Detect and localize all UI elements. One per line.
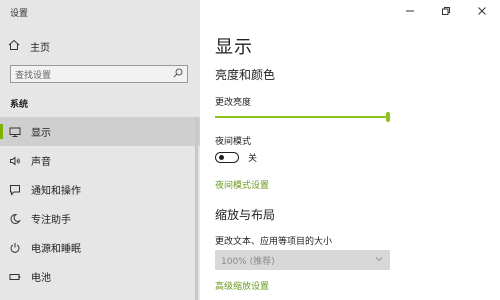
sidebar-item-label: 电源和睡眠 bbox=[31, 244, 81, 255]
search-placeholder: 查找设置 bbox=[15, 70, 52, 81]
search-input[interactable]: 查找设置 bbox=[10, 65, 188, 83]
power-icon bbox=[8, 241, 22, 255]
sidebar-scrollbar[interactable] bbox=[195, 118, 198, 300]
sidebar-item-display[interactable]: 显示 bbox=[0, 117, 200, 146]
toggle-knob bbox=[219, 155, 224, 160]
speaker-icon bbox=[8, 154, 22, 168]
sidebar-item-label: 专注助手 bbox=[31, 215, 71, 226]
notification-icon bbox=[8, 183, 22, 197]
sidebar-item-battery[interactable]: 电池 bbox=[0, 262, 200, 291]
sidebar-item-notifications[interactable]: 通知和操作 bbox=[0, 175, 200, 204]
brightness-slider[interactable] bbox=[215, 112, 390, 122]
app-title: 设置 bbox=[10, 9, 29, 19]
advanced-scaling-link[interactable]: 高级缩放设置 bbox=[215, 279, 269, 292]
sidebar-item-label: 声音 bbox=[31, 157, 51, 168]
home-nav-item[interactable]: 主页 bbox=[8, 37, 50, 55]
brightness-label: 更改亮度 bbox=[215, 98, 252, 108]
search-icon bbox=[173, 68, 183, 81]
scale-dropdown[interactable]: 100% (推荐) bbox=[215, 250, 390, 270]
night-light-state: 关 bbox=[248, 154, 258, 164]
sidebar-item-label: 显示 bbox=[31, 128, 51, 139]
settings-window: 设置 主页 查找设置 系统 显示 声音 通知和操作 专注助手 电源和睡眠 电池 … bbox=[0, 0, 500, 300]
scale-selected-value: 100% (推荐) bbox=[221, 256, 275, 267]
home-icon bbox=[8, 39, 20, 54]
battery-icon bbox=[8, 270, 22, 284]
scale-label: 更改文本、应用等项目的大小 bbox=[215, 237, 333, 247]
sidebar: 设置 主页 查找设置 系统 显示 声音 通知和操作 专注助手 电源和睡眠 电池 bbox=[0, 0, 200, 300]
chevron-down-icon bbox=[374, 254, 384, 267]
brightness-color-heading: 亮度和颜色 bbox=[215, 68, 276, 82]
home-label: 主页 bbox=[30, 42, 50, 54]
night-light-toggle-row: 关 bbox=[215, 151, 257, 164]
sidebar-item-sound[interactable]: 声音 bbox=[0, 146, 200, 175]
sidebar-nav: 显示 声音 通知和操作 专注助手 电源和睡眠 电池 bbox=[0, 117, 200, 291]
brightness-slider-thumb[interactable] bbox=[386, 112, 390, 122]
moon-icon bbox=[8, 212, 22, 226]
active-indicator bbox=[0, 124, 3, 139]
scale-layout-heading: 缩放与布局 bbox=[215, 208, 276, 222]
monitor-icon bbox=[8, 125, 22, 139]
section-label-system: 系统 bbox=[10, 100, 29, 110]
main-content: 显示 亮度和颜色 更改亮度 夜间模式 关 夜间模式设置 缩放与布局 更改文本、应… bbox=[215, 0, 485, 300]
night-light-toggle[interactable] bbox=[215, 152, 239, 163]
sidebar-item-label: 通知和操作 bbox=[31, 186, 81, 197]
sidebar-item-label: 电池 bbox=[31, 273, 51, 284]
page-title: 显示 bbox=[215, 37, 253, 58]
sidebar-item-focus-assist[interactable]: 专注助手 bbox=[0, 204, 200, 233]
sidebar-item-power-sleep[interactable]: 电源和睡眠 bbox=[0, 233, 200, 262]
night-light-label: 夜间模式 bbox=[215, 137, 252, 147]
night-light-settings-link[interactable]: 夜间模式设置 bbox=[215, 178, 269, 191]
brightness-slider-track bbox=[215, 116, 386, 118]
